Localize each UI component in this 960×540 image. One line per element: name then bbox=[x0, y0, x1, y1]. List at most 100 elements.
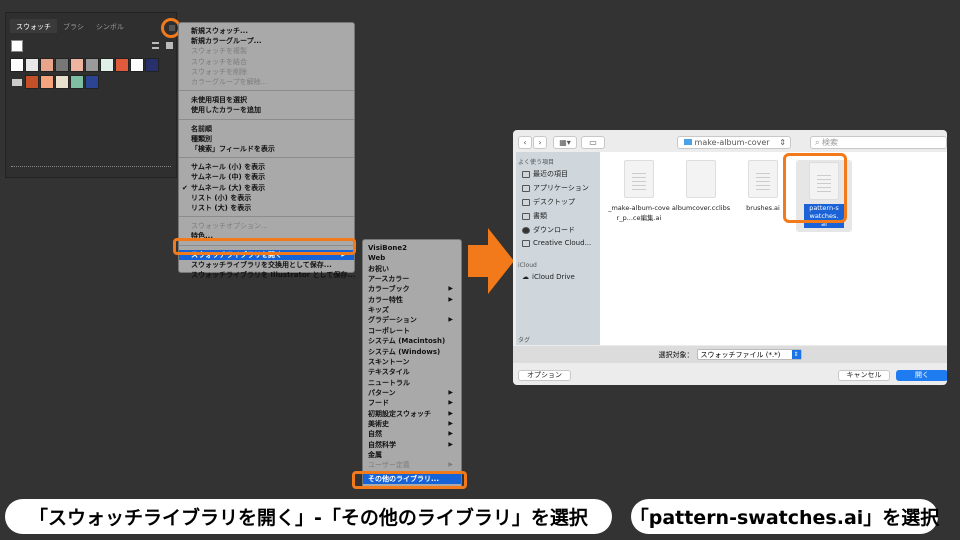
filter-label: 選択対象： bbox=[658, 350, 694, 359]
menu-item[interactable]: 種類別 bbox=[179, 134, 354, 144]
submenu-item[interactable]: システム (Windows) bbox=[363, 347, 461, 357]
sidebar-item-recents[interactable]: 最近の項目 bbox=[522, 169, 568, 179]
submenu-item[interactable]: Web bbox=[363, 253, 461, 263]
menu-item: スウォッチを削除 bbox=[179, 67, 354, 77]
menu-item[interactable]: 名前順 bbox=[179, 124, 354, 134]
swatch[interactable] bbox=[40, 58, 54, 72]
swatch[interactable] bbox=[130, 58, 144, 72]
swatch[interactable] bbox=[25, 58, 39, 72]
tab-brushes[interactable]: ブラシ bbox=[57, 19, 90, 33]
sidebar-item-creative-cloud[interactable]: Creative Cloud... bbox=[522, 239, 591, 247]
submenu-item-label: アースカラー bbox=[368, 275, 410, 284]
swatch[interactable] bbox=[25, 75, 39, 89]
swatch[interactable] bbox=[85, 75, 99, 89]
submenu-item[interactable]: 金属 bbox=[363, 450, 461, 460]
submenu-item[interactable]: ニュートラル bbox=[363, 378, 461, 388]
submenu-item-label: キッズ bbox=[368, 306, 389, 315]
menu-item[interactable]: 使用したカラーを追加 bbox=[179, 105, 354, 115]
back-button[interactable]: ‹ bbox=[518, 136, 532, 149]
submenu-item[interactable]: システム (Macintosh) bbox=[363, 336, 461, 346]
submenu-item[interactable]: スキントーン bbox=[363, 357, 461, 367]
swatch[interactable] bbox=[145, 58, 159, 72]
file-item[interactable]: albumcover.cclibs bbox=[666, 160, 736, 212]
submenu-item[interactable]: アースカラー bbox=[363, 274, 461, 284]
swatch[interactable] bbox=[55, 58, 69, 72]
menu-item-label: スウォッチを複製 bbox=[191, 47, 247, 56]
sidebar-label: アプリケーション bbox=[533, 184, 589, 192]
applications-icon bbox=[522, 184, 530, 192]
panel-bottom-toolbar-icons[interactable] bbox=[11, 166, 171, 172]
submenu-item-label: ニュートラル bbox=[368, 378, 410, 387]
checkmark-icon: ✔ bbox=[182, 183, 188, 192]
sidebar-item-applications[interactable]: アプリケーション bbox=[522, 183, 589, 193]
forward-button[interactable]: › bbox=[533, 136, 547, 149]
filter-select[interactable]: スウォッチファイル (*.*) ⇕ bbox=[696, 349, 802, 360]
menu-item[interactable]: 新規スウォッチ... bbox=[179, 26, 354, 36]
list-view-icon[interactable] bbox=[152, 42, 159, 49]
submenu-item[interactable]: コーポレート bbox=[363, 326, 461, 336]
selected-file-highlight-ring bbox=[783, 153, 847, 223]
swatch[interactable] bbox=[10, 58, 24, 72]
submenu-item[interactable]: テキスタイル bbox=[363, 367, 461, 377]
other-library-highlight-ring bbox=[352, 471, 467, 489]
open-button[interactable]: 開く bbox=[896, 370, 947, 381]
menu-item[interactable]: 未使用項目を選択 bbox=[179, 95, 354, 105]
swatch[interactable] bbox=[100, 58, 114, 72]
submenu-item[interactable]: フード ▶ bbox=[363, 398, 461, 408]
panel-tabs: スウォッチ ブラシ シンボル bbox=[10, 19, 130, 33]
options-button[interactable]: オプション bbox=[518, 370, 571, 381]
swatch[interactable] bbox=[70, 58, 84, 72]
submenu-item[interactable]: 初期設定スウォッチ ▶ bbox=[363, 409, 461, 419]
tab-swatches[interactable]: スウォッチ bbox=[10, 19, 57, 33]
sidebar-item-desktop[interactable]: デスクトップ bbox=[522, 197, 575, 207]
submenu-item[interactable]: お祝い bbox=[363, 264, 461, 274]
menu-item[interactable]: リスト (小) を表示 bbox=[179, 193, 354, 203]
menu-item[interactable]: スウォッチライブラリを Illustrator として保存... bbox=[179, 270, 356, 280]
menu-item[interactable]: リスト (大) を表示 bbox=[179, 203, 354, 213]
fill-stroke-icon[interactable] bbox=[11, 40, 23, 52]
submenu-item[interactable]: グラデーション ▶ bbox=[363, 315, 461, 325]
submenu-item[interactable]: 自然科学 ▶ bbox=[363, 440, 461, 450]
menu-item[interactable]: サムネール (小) を表示 bbox=[179, 162, 354, 172]
menu-item[interactable]: 新規カラーグループ... bbox=[179, 36, 354, 46]
submenu-item-label: お祝い bbox=[368, 264, 389, 273]
submenu-item[interactable]: カラーブック ▶ bbox=[363, 284, 461, 294]
document-icon bbox=[522, 212, 530, 220]
sidebar-label: デスクトップ bbox=[533, 198, 575, 206]
submenu-item-label: ユーザー定義 bbox=[368, 461, 410, 470]
menu-item-label: 未使用項目を選択 bbox=[191, 96, 247, 105]
cancel-button[interactable]: キャンセル bbox=[838, 370, 890, 381]
submenu-item[interactable]: 美術史 ▶ bbox=[363, 419, 461, 429]
menu-item-label: リスト (小) を表示 bbox=[191, 193, 252, 202]
folder-popup[interactable]: make-album-cover ⇕ bbox=[677, 136, 791, 149]
swatch[interactable] bbox=[85, 58, 99, 72]
sidebar-item-icloud-drive[interactable]: ☁ iCloud Drive bbox=[522, 273, 575, 281]
menu-separator bbox=[179, 90, 354, 92]
new-folder-button[interactable]: ▭ bbox=[581, 136, 605, 149]
view-mode-button[interactable]: ▦▾ bbox=[553, 136, 577, 149]
submenu-arrow-icon: ▶ bbox=[448, 316, 453, 324]
tab-symbols[interactable]: シンボル bbox=[90, 19, 130, 33]
menu-item[interactable]: 「検索」フィールドを表示 bbox=[179, 144, 354, 154]
submenu-item[interactable]: カラー特性 ▶ bbox=[363, 295, 461, 305]
menu-item[interactable]: ✔ サムネール (大) を表示 bbox=[179, 183, 354, 193]
search-input[interactable]: ⌕ 検索 bbox=[810, 136, 947, 149]
submenu-item[interactable]: パターン ▶ bbox=[363, 388, 461, 398]
swatch[interactable] bbox=[70, 75, 84, 89]
file-item[interactable]: _make-album-cover_p...ce編集.ai bbox=[604, 160, 674, 222]
submenu-arrow-icon: ▶ bbox=[448, 461, 453, 469]
sidebar-item-documents[interactable]: 書類 bbox=[522, 211, 547, 221]
menu-item[interactable]: スウォッチライブラリを交換用として保存... bbox=[179, 260, 354, 270]
sidebar-item-downloads[interactable]: ダウンロード bbox=[522, 225, 575, 235]
menu-item-label: スウォッチライブラリを Illustrator として保存... bbox=[191, 271, 356, 279]
swatch[interactable] bbox=[55, 75, 69, 89]
submenu-item[interactable]: キッズ bbox=[363, 305, 461, 315]
submenu-item[interactable]: VisiBone2 bbox=[363, 243, 461, 253]
swatch[interactable] bbox=[40, 75, 54, 89]
swatch[interactable] bbox=[115, 58, 129, 72]
menu-item[interactable]: サムネール (中) を表示 bbox=[179, 172, 354, 182]
submenu-item[interactable]: 自然 ▶ bbox=[363, 429, 461, 439]
menu-separator bbox=[179, 157, 354, 159]
grid-view-icon[interactable] bbox=[166, 42, 173, 49]
sidebar-label: iCloud Drive bbox=[532, 273, 575, 281]
